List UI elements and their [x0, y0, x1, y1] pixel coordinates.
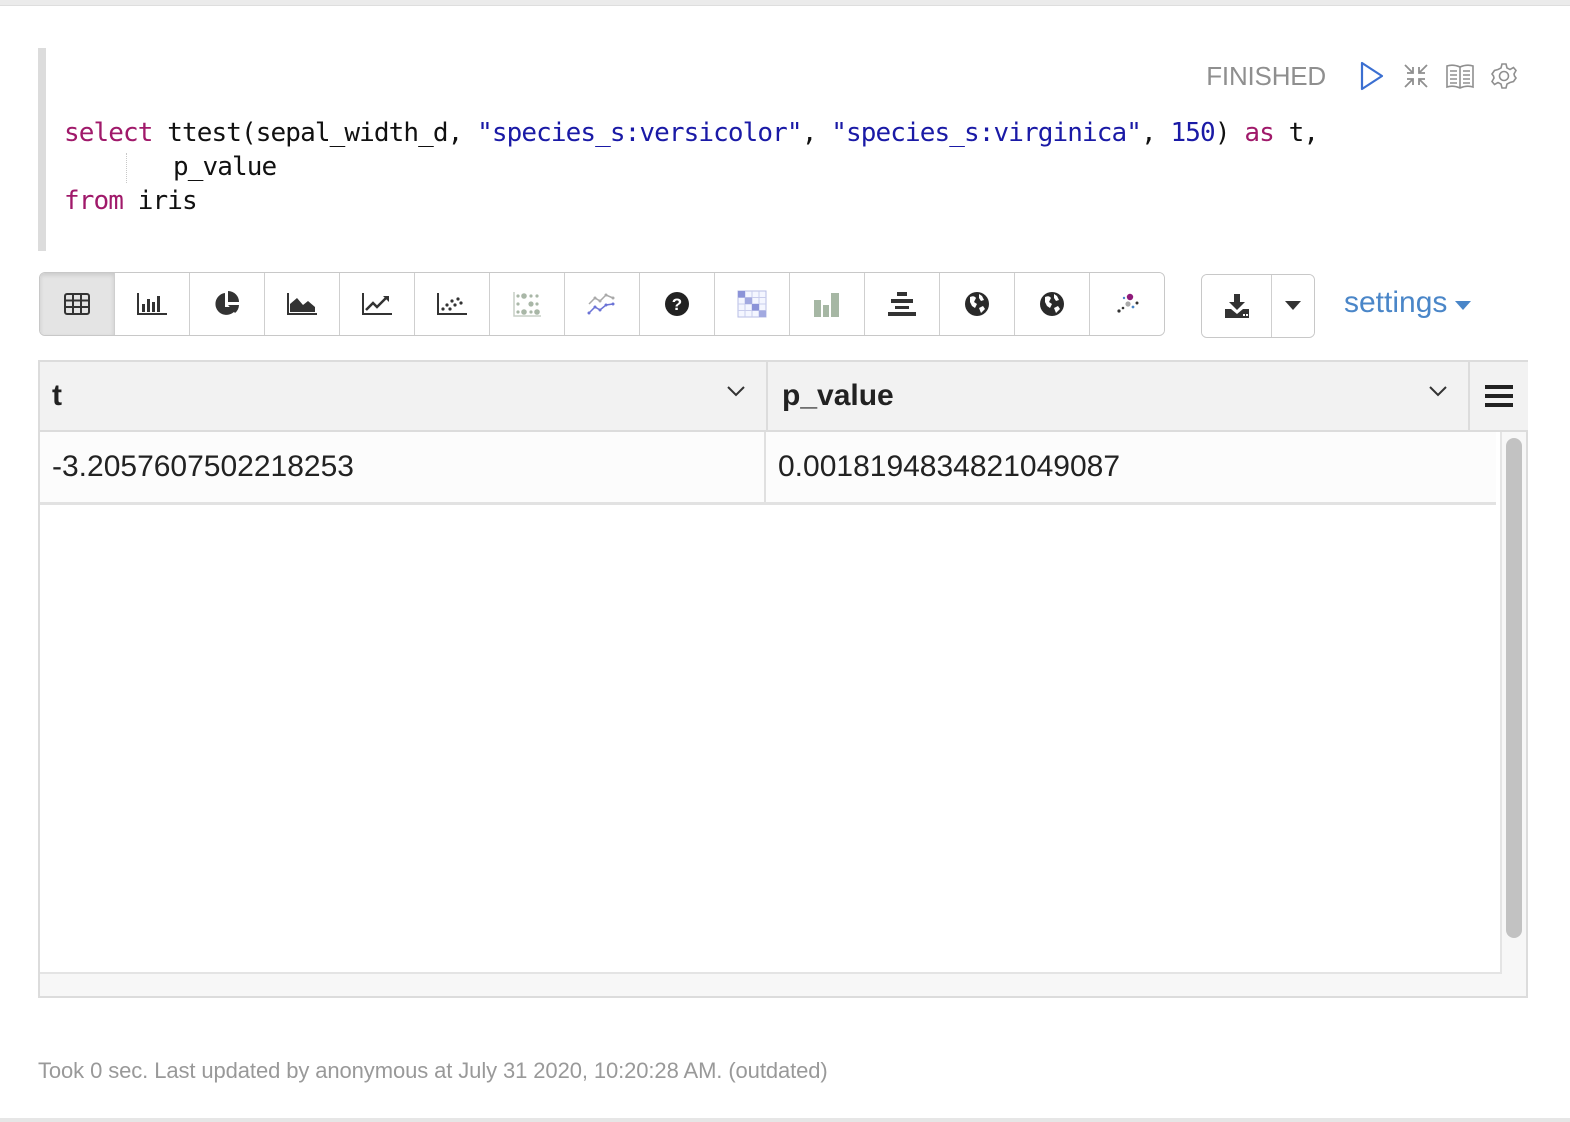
- code-line: from iris: [64, 184, 1318, 218]
- sql-text: ,: [1141, 118, 1171, 148]
- sql-text: ttest(sepal_width_d,: [152, 118, 478, 148]
- sql-number: 150: [1170, 118, 1216, 148]
- viz-button-area-chart[interactable]: [265, 273, 340, 335]
- column-header-p-value[interactable]: p_value: [768, 362, 1468, 430]
- download-icon: [1224, 294, 1249, 318]
- code-line: p_value: [64, 150, 1318, 184]
- viz-button-scatter-chart[interactable]: [415, 273, 490, 335]
- sql-keyword: from: [64, 186, 124, 216]
- help-icon: ?: [664, 291, 690, 317]
- sql-keyword: select: [64, 118, 153, 148]
- toggle-output-button[interactable]: [1438, 58, 1482, 94]
- download-button[interactable]: [1202, 275, 1272, 337]
- column-header-t[interactable]: t: [40, 362, 768, 430]
- viz-button-bar-chart[interactable]: [115, 273, 190, 335]
- visualization-toolbar: ?: [39, 272, 1165, 336]
- table-icon: [64, 293, 90, 315]
- network-icon: [1113, 291, 1141, 317]
- settings-dropdown[interactable]: settings: [1344, 286, 1472, 320]
- run-button[interactable]: [1350, 58, 1394, 94]
- hamburger-icon: [1485, 385, 1513, 407]
- scatter-chart-icon: [436, 292, 468, 316]
- viz-button-bubble-grid[interactable]: [490, 273, 565, 335]
- caret-down-icon: [1285, 301, 1301, 310]
- line-chart-icon: [361, 292, 393, 316]
- sql-keyword: as: [1244, 118, 1274, 148]
- viz-button-line-chart[interactable]: [340, 273, 415, 335]
- table-cell[interactable]: 0.0018194834821049087: [766, 432, 1466, 502]
- collapse-icon: [1404, 64, 1428, 88]
- column-header-label: p_value: [782, 379, 894, 412]
- paragraph-controls: FINISHED: [1206, 58, 1526, 94]
- bottom-separator: [0, 1118, 1570, 1122]
- viz-button-map[interactable]: [940, 273, 1015, 335]
- status-label: FINISHED: [1206, 60, 1326, 91]
- code-text[interactable]: select ttest(sepal_width_d, "species_s:v…: [64, 116, 1319, 218]
- sql-text: p_value: [173, 152, 277, 182]
- results-grid: t p_value -3.2057607502218253 0.00181948…: [38, 360, 1528, 998]
- heatmap-icon: [737, 290, 767, 318]
- sql-text: ,: [801, 118, 832, 148]
- globe-icon: [964, 291, 990, 317]
- viz-button-help[interactable]: ?: [640, 273, 715, 335]
- vertical-scrollbar[interactable]: [1506, 438, 1522, 938]
- table-cell[interactable]: -3.2057607502218253: [40, 432, 766, 502]
- sql-string: "species_s:virginica": [831, 118, 1142, 148]
- gear-icon: [1491, 63, 1517, 89]
- caret-down-icon: [1455, 300, 1472, 310]
- table-row[interactable]: -3.2057607502218253 0.001819483482104908…: [40, 432, 1496, 505]
- align-center-icon: [887, 291, 917, 317]
- sql-text: iris: [123, 186, 198, 216]
- download-button-group: [1201, 274, 1315, 338]
- grid-header: t p_value: [40, 362, 1468, 432]
- sql-text: t,: [1273, 118, 1319, 148]
- multi-line-icon: [586, 292, 618, 316]
- viz-button-pie-chart[interactable]: [190, 273, 265, 335]
- book-icon: [1446, 64, 1474, 89]
- grid-viewport: t p_value -3.2057607502218253 0.00181948…: [40, 362, 1502, 974]
- chevron-down-icon[interactable]: [726, 384, 746, 398]
- indent-guide: [126, 152, 127, 183]
- viz-button-heatmap[interactable]: [715, 273, 790, 335]
- download-options-dropdown[interactable]: [1272, 275, 1314, 337]
- chevron-down-icon[interactable]: [1428, 384, 1448, 398]
- paragraph-settings-button[interactable]: [1482, 58, 1526, 94]
- viz-button-funnel[interactable]: [865, 273, 940, 335]
- viz-button-table[interactable]: [40, 273, 115, 335]
- paragraph-footer: Took 0 sec. Last updated by anonymous at…: [38, 1058, 828, 1083]
- viz-button-map-2[interactable]: [1015, 273, 1090, 335]
- bubble-grid-icon: [512, 291, 542, 317]
- collapse-editor-button[interactable]: [1394, 58, 1438, 94]
- sql-string: "species_s:versicolor": [477, 118, 802, 148]
- bar-chart-icon: [136, 292, 168, 316]
- column-header-label: t: [52, 379, 62, 412]
- globe-icon-2: [1039, 291, 1065, 317]
- area-chart-icon: [286, 292, 318, 316]
- notebook-paragraph: select ttest(sepal_width_d, "species_s:v…: [0, 6, 1570, 1118]
- viz-button-column-chart[interactable]: [790, 273, 865, 335]
- sql-text: ): [1214, 118, 1245, 148]
- run-icon: [1360, 61, 1384, 91]
- svg-text:?: ?: [672, 295, 682, 314]
- column-chart-icon: [812, 290, 842, 318]
- viz-button-network[interactable]: [1090, 273, 1164, 335]
- code-line: select ttest(sepal_width_d, "species_s:v…: [64, 116, 1319, 150]
- pie-chart-icon: [213, 290, 241, 318]
- settings-label: settings: [1344, 286, 1448, 319]
- viz-button-multi-line[interactable]: [565, 273, 640, 335]
- grid-menu-button[interactable]: [1468, 362, 1528, 432]
